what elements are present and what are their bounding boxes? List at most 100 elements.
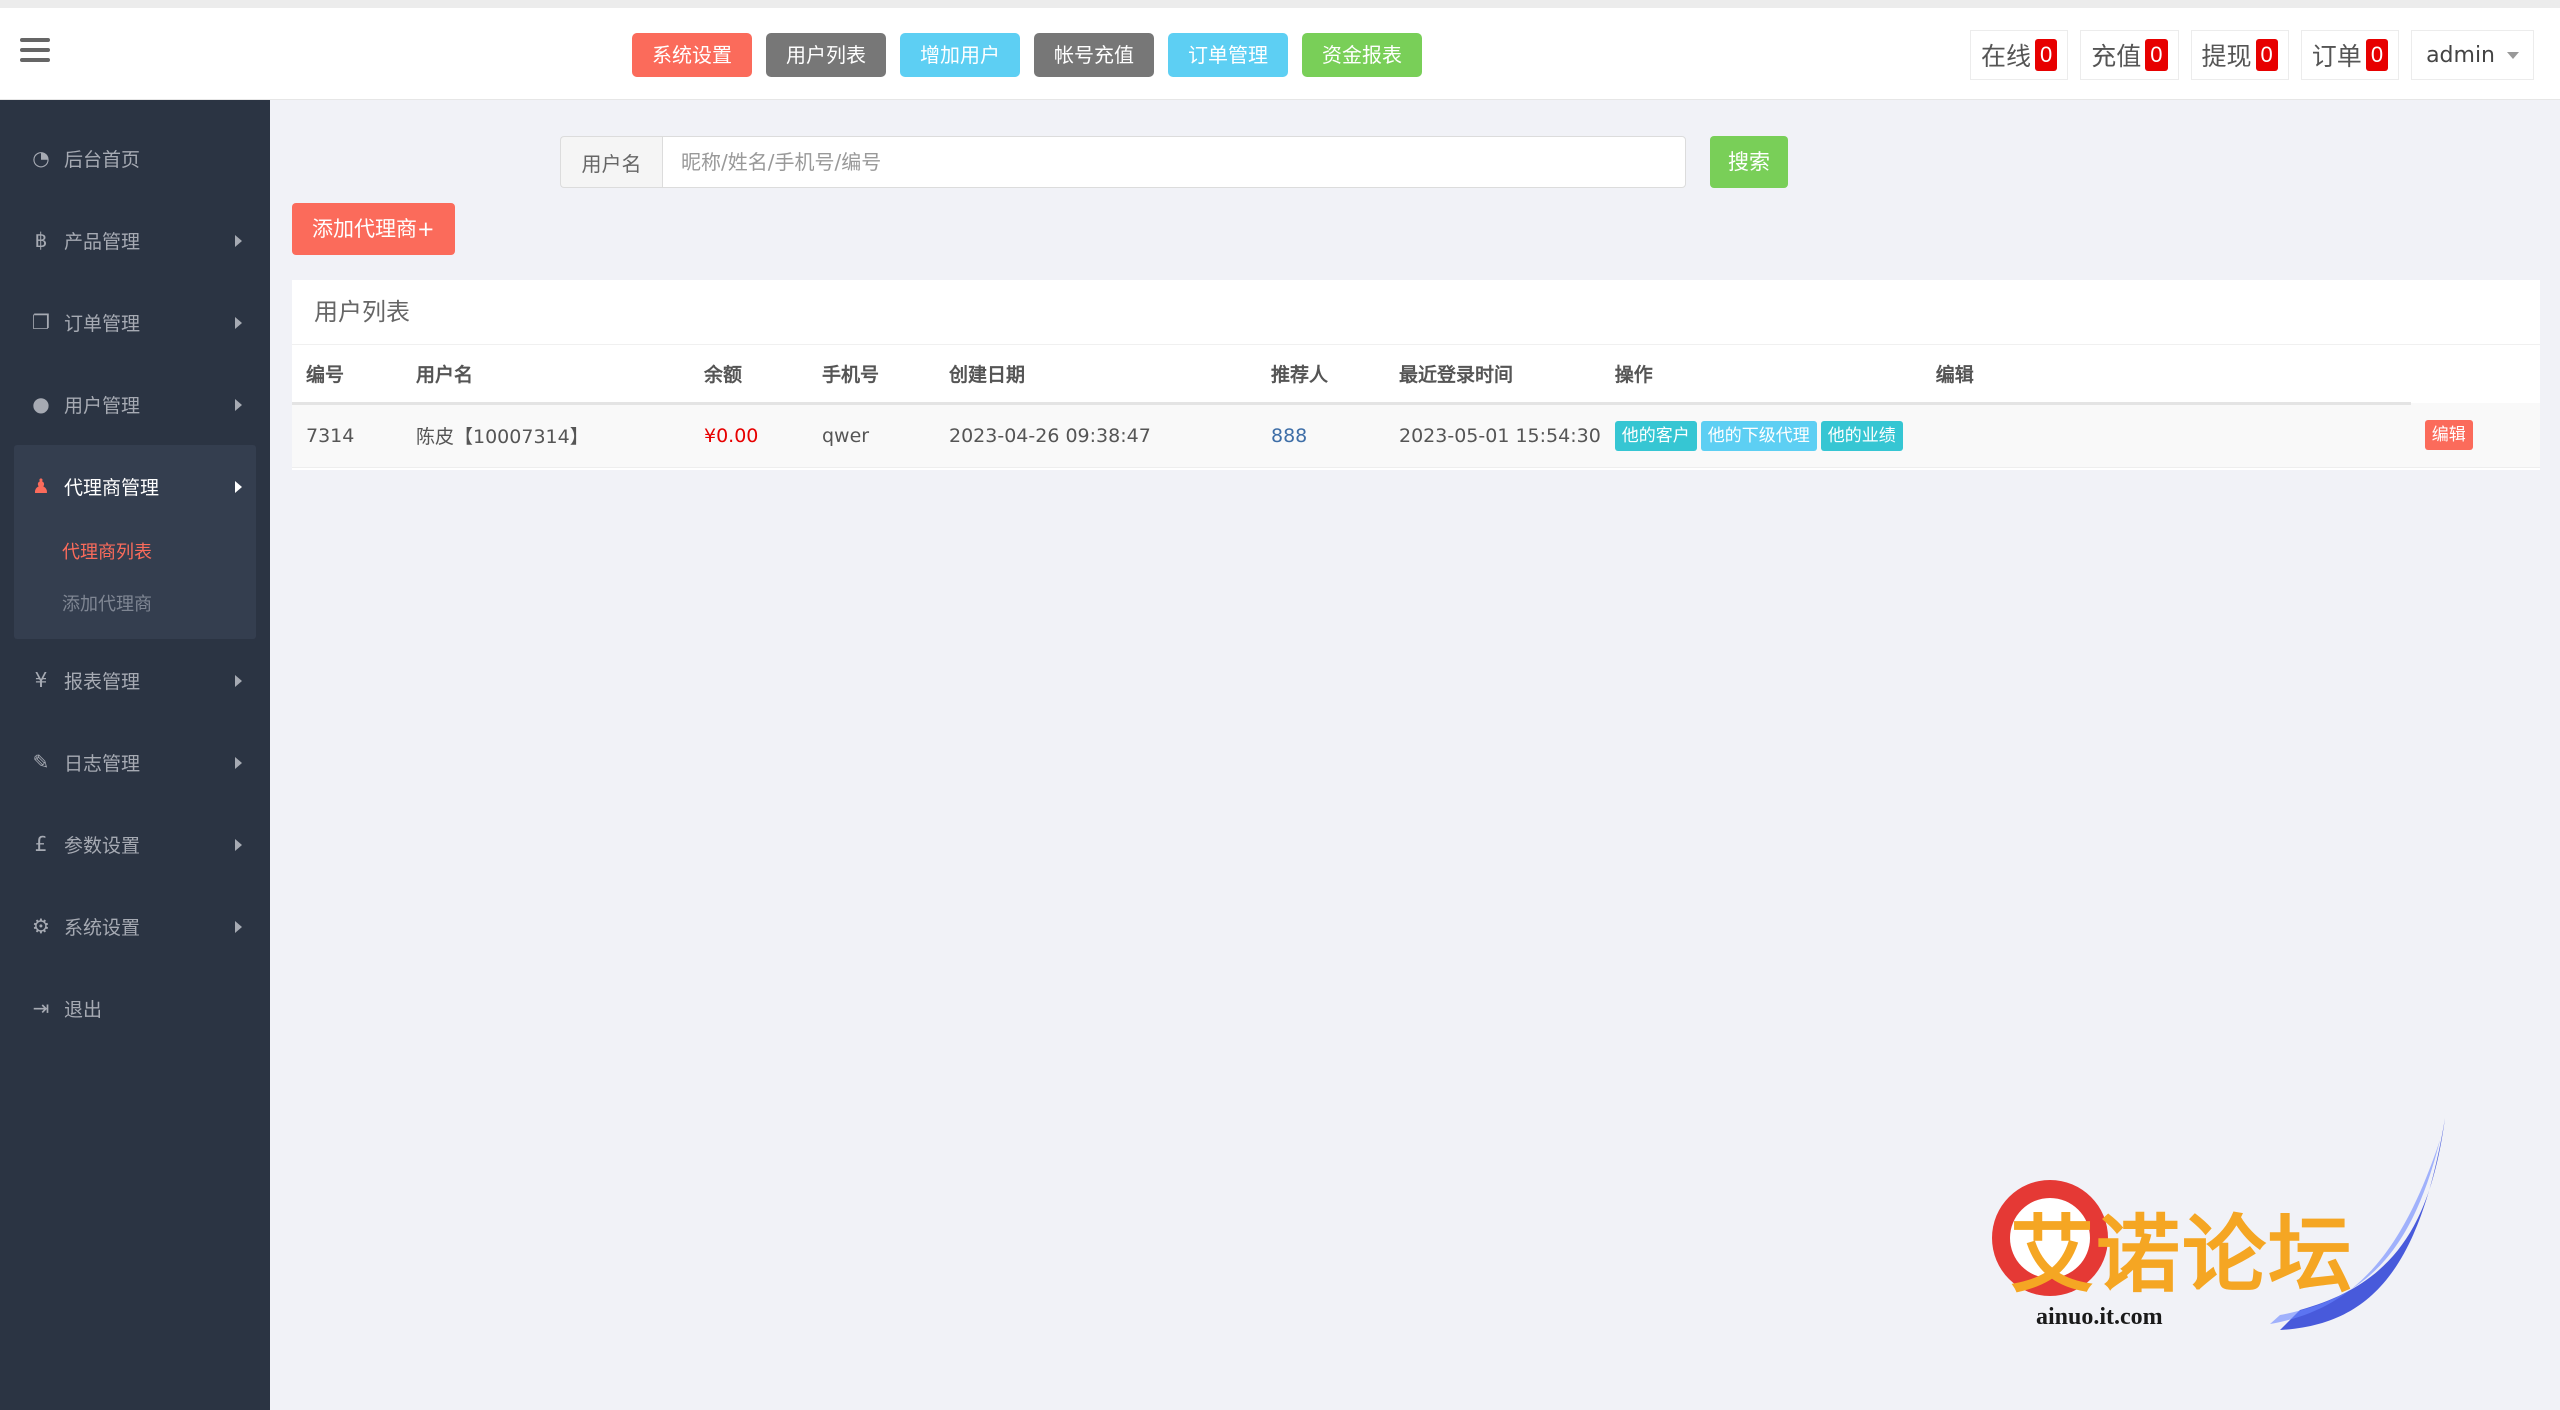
his-customers-button[interactable]: 他的客户 (1614, 420, 1697, 451)
cogs-icon: ⚙ (32, 914, 50, 938)
sign-out-icon: ⇥ (32, 996, 50, 1020)
watermark-url: ainuo.it.com (2036, 1304, 2163, 1330)
top-header: 系统设置 用户列表 增加用户 帐号充值 订单管理 资金报表 在线 0 充值 0 … (0, 0, 2560, 100)
column-header: 最近登录时间 (1385, 345, 1601, 405)
column-header: 编号 (292, 345, 402, 405)
sidebar-item-agents[interactable]: ♟ 代理商管理 (14, 445, 256, 527)
sidebar-item-params[interactable]: £ 参数设置 (0, 803, 270, 885)
sidebar-item-system[interactable]: ⚙ 系统设置 (0, 885, 270, 967)
stat-recharge[interactable]: 充值 0 (2080, 30, 2179, 80)
stat-online[interactable]: 在线 0 (1970, 30, 2069, 80)
sidebar-item-logs[interactable]: ✎ 日志管理 (0, 721, 270, 803)
nav-account-recharge-button[interactable]: 帐号充值 (1034, 33, 1154, 77)
stat-orders[interactable]: 订单 0 (2300, 30, 2400, 80)
cell-balance: ¥0.00 (690, 403, 808, 468)
sidebar-item-label: 用户管理 (64, 394, 141, 417)
caret-down-icon (2507, 51, 2519, 59)
sidebar-sub-add-agent[interactable]: 添加代理商 (14, 579, 256, 631)
column-header: 操作 (1600, 345, 1922, 405)
column-header: 创建日期 (935, 345, 1257, 405)
caret-right-icon (235, 921, 242, 933)
column-header: 编辑 (1921, 345, 2411, 405)
menu-toggle-icon[interactable] (20, 38, 50, 62)
sidebar-item-reports[interactable]: ¥ 报表管理 (0, 639, 270, 721)
stat-label: 在线 (1981, 42, 2032, 71)
cell-referrer[interactable]: 888 (1257, 403, 1385, 468)
ticket-icon: ✎ (32, 750, 50, 774)
cell-empty (1921, 403, 2411, 468)
nav-system-settings-button[interactable]: 系统设置 (632, 33, 752, 77)
nav-fund-report-button[interactable]: 资金报表 (1302, 33, 1422, 77)
search-field-label: 用户名 (560, 136, 662, 188)
caret-right-icon (235, 675, 242, 687)
cell-id: 7314 (292, 403, 402, 468)
admin-username: admin (2426, 42, 2495, 68)
edit-button[interactable]: 编辑 (2424, 419, 2473, 450)
header-nav: 系统设置 用户列表 增加用户 帐号充值 订单管理 资金报表 (632, 33, 1422, 77)
his-performance-button[interactable]: 他的业绩 (1820, 420, 1903, 451)
column-header-empty (2411, 345, 2540, 403)
user-icon: ● (32, 392, 50, 416)
add-agent-button[interactable]: 添加代理商+ (292, 203, 455, 255)
sidebar-item-users[interactable]: ● 用户管理 (0, 363, 270, 445)
sidebar-item-label: 退出 (64, 998, 103, 1021)
sidebar-item-label: 日志管理 (64, 752, 141, 775)
sidebar-item-label: 代理商管理 (64, 476, 160, 499)
search-button[interactable]: 搜索 (1710, 136, 1788, 188)
admin-user-dropdown[interactable]: admin (2411, 30, 2534, 80)
sidebar-sub-agent-list[interactable]: 代理商列表 (14, 527, 256, 579)
watermark-title: 艾诺论坛 (2010, 1205, 2355, 1304)
cell-last-login: 2023-05-01 15:54:30 (1385, 403, 1601, 468)
stat-count-badge: 0 (2145, 39, 2168, 71)
nav-user-list-button[interactable]: 用户列表 (766, 33, 886, 77)
sidebar-item-label: 参数设置 (64, 834, 141, 857)
sidebar-item-products[interactable]: ฿ 产品管理 (0, 199, 270, 281)
sidebar-item-orders[interactable]: ❐ 订单管理 (0, 281, 270, 363)
column-header: 用户名 (402, 345, 690, 405)
column-header: 余额 (690, 345, 808, 405)
stat-label: 充值 (2091, 42, 2142, 71)
column-header: 手机号 (808, 345, 935, 405)
dashboard-icon: ◔ (32, 146, 50, 170)
users-icon: ♟ (32, 474, 50, 498)
sidebar-item-label: 产品管理 (64, 230, 141, 253)
sidebar-group-agents: ♟ 代理商管理 代理商列表 添加代理商 (14, 445, 256, 639)
search-input[interactable] (662, 136, 1686, 188)
header-stats: 在线 0 充值 0 提现 0 订单 0 admin (1970, 30, 2534, 80)
watermark-logo: 艾诺论坛 ainuo.it.com (1970, 1110, 2450, 1360)
table-row: 7314 陈皮【10007314】 ¥0.00 qwer 2023-04-26 … (292, 403, 2540, 468)
caret-right-icon (235, 235, 242, 247)
sidebar-item-label: 订单管理 (64, 312, 141, 335)
caret-right-icon (235, 399, 242, 411)
panel-title: 用户列表 (292, 280, 2540, 345)
cell-phone: qwer (808, 403, 935, 468)
cell-edit: 编辑 (2410, 403, 2540, 468)
stat-count-badge: 0 (2255, 39, 2278, 71)
caret-right-icon (235, 839, 242, 851)
user-list-panel: 用户列表 编号 用户名 余额 手机号 创建日期 推荐人 最近登录时间 操作 编辑… (292, 280, 2540, 470)
yen-icon: ¥ (34, 668, 48, 692)
search-bar: 用户名 搜索 (560, 136, 1788, 188)
stat-withdraw[interactable]: 提现 0 (2190, 30, 2289, 80)
bitcoin-icon: ฿ (34, 228, 48, 252)
sidebar-item-logout[interactable]: ⇥ 退出 (0, 967, 270, 1049)
sidebar: ◔ 后台首页 ฿ 产品管理 ❐ 订单管理 ● 用户管理 ♟ 代理商管理 代理商列… (0, 100, 270, 1410)
sidebar-item-label: 系统设置 (64, 916, 141, 939)
pound-icon: £ (34, 832, 48, 856)
table-header-row: 编号 用户名 余额 手机号 创建日期 推荐人 最近登录时间 操作 编辑 (292, 345, 2540, 405)
column-header: 推荐人 (1257, 345, 1385, 405)
sidebar-item-label: 报表管理 (64, 670, 141, 693)
sidebar-item-dashboard[interactable]: ◔ 后台首页 (0, 117, 270, 199)
stat-count-badge: 0 (2365, 39, 2389, 71)
cell-username: 陈皮【10007314】 (402, 403, 690, 468)
copy-icon: ❐ (32, 310, 50, 334)
nav-add-user-button[interactable]: 增加用户 (900, 33, 1020, 77)
cell-actions: 他的客户 他的下级代理 他的业绩 (1600, 403, 1922, 468)
caret-right-icon (235, 481, 242, 493)
his-sub-agents-button[interactable]: 他的下级代理 (1700, 420, 1817, 451)
sidebar-item-label: 后台首页 (64, 148, 141, 171)
user-table: 编号 用户名 余额 手机号 创建日期 推荐人 最近登录时间 操作 编辑 7314… (292, 345, 2540, 468)
stat-label: 提现 (2201, 42, 2252, 71)
stat-label: 订单 (2311, 42, 2362, 71)
nav-order-management-button[interactable]: 订单管理 (1168, 33, 1288, 77)
